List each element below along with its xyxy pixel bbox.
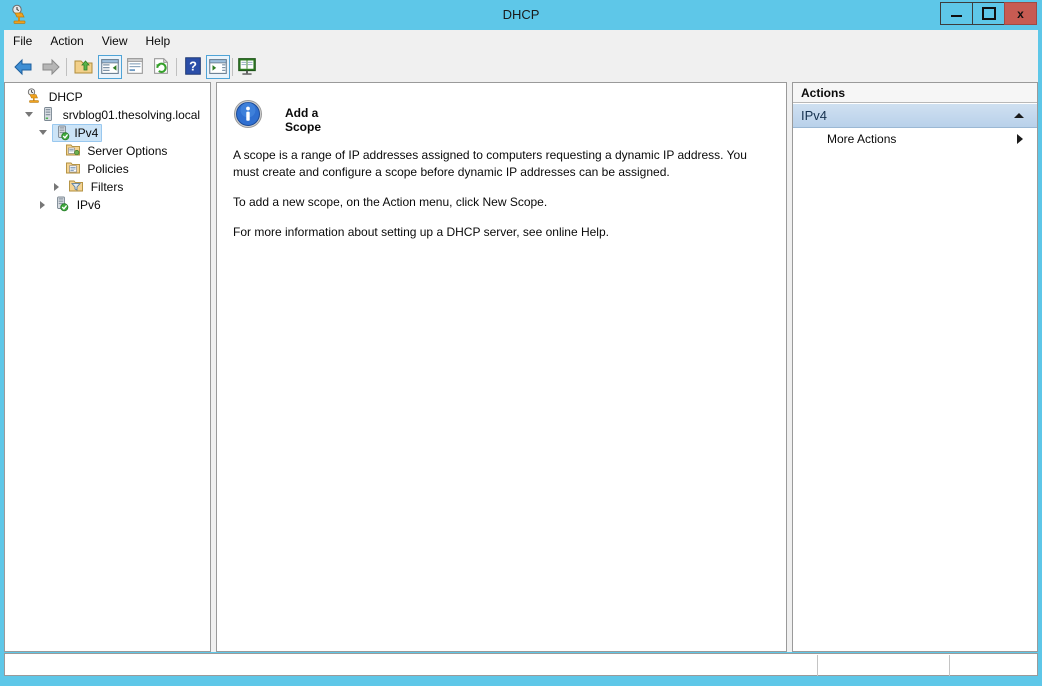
tree-item-label: IPv4 [74,125,99,140]
show-hide-console-tree-button[interactable] [98,55,122,79]
chevron-up-icon[interactable] [1014,113,1024,118]
tree-expander-closed-icon[interactable] [51,179,65,195]
tree-item-label: IPv6 [76,197,101,212]
properties-icon [127,58,143,74]
show-hide-action-pane-icon [209,59,227,74]
back-arrow-icon [14,58,32,76]
tree-item-label: Filters [90,179,124,194]
actions-panel: Actions IPv4 More Actions [792,82,1038,652]
refresh-icon [154,58,168,74]
action-label: More Actions [827,132,897,146]
window-controls: x [940,2,1037,25]
menu-help[interactable]: Help [137,30,180,52]
tree-expander-open-icon[interactable] [37,125,51,141]
menu-view[interactable]: View [93,30,137,52]
close-button[interactable]: x [1004,2,1037,25]
ipv4-icon [55,125,71,141]
action-more-actions[interactable]: More Actions [793,128,1037,150]
server-options-folder-icon [65,142,81,158]
title-bar[interactable]: DHCP x [0,0,1042,30]
dhcp-root-icon [26,88,42,104]
show-hide-action-pane-button[interactable] [206,55,230,79]
svg-text:?: ? [189,59,197,74]
main-paragraph-1: A scope is a range of IP addresses assig… [233,148,747,179]
status-cell-2 [818,654,949,677]
tree-item-label: srvblog01.thesolving.local [62,107,201,122]
forward-arrow-icon [42,58,60,76]
status-cell-1 [5,654,817,677]
tree-item-label: DHCP [48,89,83,104]
maximize-button[interactable] [972,2,1005,25]
refresh-button[interactable] [150,55,174,79]
actions-header: Actions [793,83,1037,103]
close-icon: x [1017,6,1024,21]
dhcp-window: DHCP x File Action View Help ? DHCP srvb… [0,0,1042,686]
main-paragraph-2: To add a new scope, on the Action menu, … [233,195,548,209]
toolbar-separator [232,58,233,76]
status-cell-3 [950,654,1037,677]
tree-item-filters[interactable]: Filters [9,177,210,195]
minimize-button[interactable] [940,2,973,25]
menu-file[interactable]: File [4,30,41,52]
tree-expander-spacer [9,89,23,105]
main-paragraph-3: For more information about setting up a … [233,225,609,239]
tree-item-ipv6[interactable]: IPv6 [9,195,210,213]
policies-folder-icon [65,160,81,176]
page-title: Add a Scope [285,106,322,134]
actions-group-label: IPv4 [801,108,828,123]
toolbar-separator [66,58,67,76]
tree-expander-closed-icon[interactable] [37,197,51,213]
tree-item-label: Policies [87,161,129,176]
body-area: DHCP srvblog01.thesolving.local IPv4 Ser… [4,82,1038,652]
tree-expander-open-icon[interactable] [23,107,37,123]
forward-button[interactable] [38,55,62,79]
toolbar: ? [4,52,1038,83]
main-content-panel: Add a Scope A scope is a range of IP add… [216,82,787,652]
actions-group-ipv4[interactable]: IPv4 [793,104,1037,128]
information-icon [233,99,263,129]
console-tree-panel[interactable]: DHCP srvblog01.thesolving.local IPv4 Ser… [4,82,211,652]
up-one-level-button[interactable] [72,55,96,79]
tree-item-server[interactable]: srvblog01.thesolving.local [9,105,210,123]
help-button[interactable]: ? [182,55,206,79]
tree-item-server-options[interactable]: Server Options [9,141,210,159]
toolbar-separator [176,58,177,76]
status-bar [4,653,1038,676]
tree-item-ipv4-selected[interactable]: IPv4 [52,123,103,142]
tree-item-ipv4[interactable]: IPv4 [9,123,210,142]
export-list-button[interactable] [236,55,260,79]
properties-button[interactable] [124,55,148,79]
window-title: DHCP [502,7,540,22]
export-list-icon [238,58,256,75]
up-folder-icon [74,60,93,74]
chevron-right-icon [1017,134,1023,144]
ipv6-icon [54,196,70,212]
tree-item-dhcp[interactable]: DHCP [9,87,210,105]
show-hide-console-tree-icon [101,59,119,74]
menu-bar: File Action View Help [4,30,1038,53]
filters-folder-icon [68,178,84,194]
tree-item-policies[interactable]: Policies [9,159,210,177]
tree-item-label: Server Options [87,143,168,158]
back-button[interactable] [12,55,36,79]
server-icon [40,106,56,122]
menu-action[interactable]: Action [41,30,92,52]
help-icon: ? [185,57,201,75]
